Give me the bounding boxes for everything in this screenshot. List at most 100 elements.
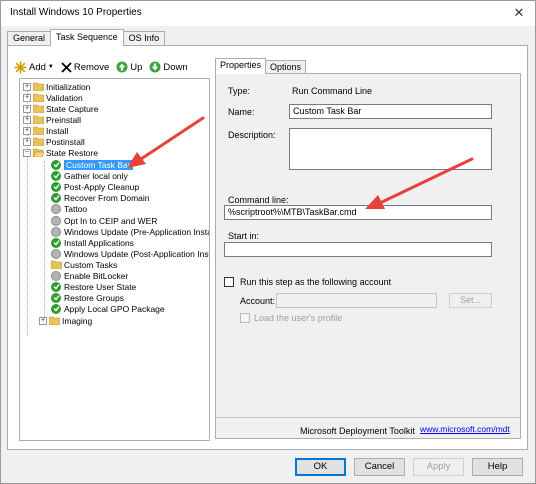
expand-icon[interactable]: + [23, 93, 31, 102]
add-star-icon [14, 61, 27, 73]
expand-icon[interactable]: + [39, 316, 47, 325]
name-field[interactable]: Custom Task Bar [289, 104, 492, 119]
tree-node-tattoo[interactable]: Tattoo [51, 203, 87, 214]
tree-node-validation[interactable]: + Validation [23, 92, 83, 103]
mdt-link[interactable]: www.microsoft.com/mdt [420, 424, 510, 434]
check-icon [51, 159, 61, 170]
expand-icon[interactable]: + [23, 137, 31, 146]
open-folder-icon [33, 148, 44, 157]
tree-node-label: State Capture [46, 103, 99, 114]
remove-x-icon [61, 61, 72, 73]
tree-node-restore-user-state[interactable]: Restore User State [51, 281, 136, 292]
type-value: Run Command Line [292, 86, 373, 96]
apply-button[interactable]: Apply [413, 458, 464, 476]
tree-node-opt-in-ceip[interactable]: Opt In to CEIP and WER [51, 215, 157, 226]
tree-node-label: Validation [46, 92, 83, 103]
tree-node-state-capture[interactable]: + State Capture [23, 103, 98, 114]
name-label: Name: [228, 107, 255, 117]
tree-node-post-apply-cleanup[interactable]: Post-Apply Cleanup [51, 181, 139, 192]
down-arrow-icon [149, 61, 161, 73]
command-line-field[interactable]: %scriptroot%\MTB\TaskBar.cmd [224, 205, 492, 220]
expand-icon[interactable]: + [23, 115, 31, 124]
tree-node-recover-from-domain[interactable]: Recover From Domain [51, 192, 150, 203]
window-title: Install Windows 10 Properties [10, 7, 142, 18]
add-label: Add [29, 61, 46, 73]
tree-node-windows-update-pre[interactable]: Windows Update (Pre-Application Installa [51, 226, 209, 237]
tree-node-label: Install Applications [64, 237, 134, 248]
tree-guide-line [44, 161, 45, 323]
dropdown-caret-icon: ▼ [47, 64, 54, 70]
tree-node-label: Gather local only [64, 170, 128, 181]
down-label: Down [163, 61, 188, 73]
tree-node-gather-local-only[interactable]: Gather local only [51, 170, 128, 181]
task-sequence-tree[interactable]: + Initialization + Validation + State Ca… [19, 78, 210, 441]
tree-node-label: Opt In to CEIP and WER [64, 215, 158, 226]
tree-node-label: Enable BitLocker [64, 270, 129, 281]
start-in-label: Start in: [228, 231, 260, 241]
start-in-field[interactable] [224, 242, 492, 257]
tree-node-custom-task-bar[interactable]: Custom Task Bar [51, 159, 133, 170]
tree-node-enable-bitlocker[interactable]: Enable BitLocker [51, 270, 128, 281]
tab-task-sequence[interactable]: Task Sequence [50, 29, 124, 46]
load-profile-checkbox[interactable] [240, 313, 250, 323]
type-label: Type: [228, 86, 251, 96]
tree-node-postinstall[interactable]: + Postinstall [23, 136, 85, 147]
up-button[interactable]: Up [116, 61, 142, 73]
check-icon [51, 292, 61, 303]
tree-node-restore-groups[interactable]: Restore Groups [51, 292, 124, 303]
add-button[interactable]: Add ▼ [14, 61, 54, 74]
gear-icon [51, 226, 61, 237]
expand-icon[interactable]: + [23, 126, 31, 135]
tree-node-install[interactable]: + Install [23, 125, 68, 136]
set-button[interactable]: Set... [449, 293, 492, 308]
tree-node-preinstall[interactable]: + Preinstall [23, 114, 81, 125]
tree-node-label: Initialization [46, 81, 91, 92]
expand-icon[interactable]: + [23, 104, 31, 113]
tree-node-install-applications[interactable]: Install Applications [51, 237, 134, 248]
gear-icon [51, 203, 61, 214]
tree-node-custom-tasks[interactable]: Custom Tasks [51, 259, 117, 270]
tree-node-imaging[interactable]: + Imaging [39, 315, 92, 326]
panel-divider [216, 417, 520, 418]
folder-icon [51, 260, 62, 269]
folder-icon [33, 115, 44, 124]
tree-node-apply-local-gpo[interactable]: Apply Local GPO Package [51, 303, 165, 314]
tree-node-label: Apply Local GPO Package [64, 303, 165, 314]
main-tab-strip: General Task Sequence OS Info [7, 29, 166, 46]
tree-node-state-restore[interactable]: − State Restore [23, 147, 98, 158]
collapse-icon[interactable]: − [23, 148, 31, 157]
description-label: Description: [228, 130, 276, 140]
ok-button[interactable]: OK [295, 458, 346, 476]
folder-icon [33, 82, 44, 91]
help-button[interactable]: Help [472, 458, 523, 476]
properties-dialog: Install Windows 10 Properties ✕ General … [0, 0, 536, 484]
cancel-button[interactable]: Cancel [354, 458, 405, 476]
properties-panel: Type: Run Command Line Name: Custom Task… [215, 73, 521, 439]
remove-label: Remove [73, 61, 110, 73]
tab-os-info[interactable]: OS Info [122, 31, 166, 46]
check-icon [51, 192, 61, 203]
check-icon [51, 281, 61, 292]
up-arrow-icon [116, 61, 128, 73]
tree-node-label: Preinstall [46, 114, 81, 125]
tree-node-initialization[interactable]: + Initialization [23, 81, 90, 92]
tree-node-label: State Restore [46, 147, 98, 158]
tab-properties[interactable]: Properties [215, 58, 267, 74]
remove-button[interactable]: Remove [61, 62, 109, 73]
tree-node-label: Recover From Domain [64, 192, 150, 203]
tab-options[interactable]: Options [265, 60, 307, 74]
expand-icon[interactable]: + [23, 82, 31, 91]
load-profile-label: Load the user's profile [254, 313, 343, 323]
check-icon [51, 170, 61, 181]
account-field[interactable] [276, 293, 437, 308]
description-field[interactable] [289, 128, 492, 170]
check-icon [51, 303, 61, 314]
down-button[interactable]: Down [149, 61, 188, 73]
run-as-checkbox[interactable] [224, 277, 234, 287]
close-icon[interactable]: ✕ [511, 5, 527, 21]
run-as-label: Run this step as the following account [240, 277, 392, 287]
account-label: Account: [240, 296, 276, 306]
tab-general[interactable]: General [7, 31, 52, 46]
tree-node-windows-update-post[interactable]: Windows Update (Post-Application Install [51, 248, 209, 259]
mdt-label: Microsoft Deployment Toolkit [300, 426, 415, 436]
